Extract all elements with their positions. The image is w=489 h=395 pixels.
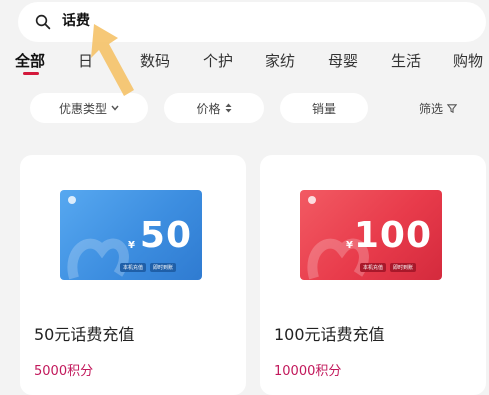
card-yen-symbol: ¥ (128, 240, 135, 251)
tab-life[interactable]: 生活 (391, 50, 421, 71)
tab-daily[interactable]: 日 (78, 50, 93, 71)
card-tag: 即时到账 (150, 263, 177, 272)
tab-mother-baby[interactable]: 母婴 (328, 50, 358, 71)
product-card-50[interactable]: ¥ 50 本机充值 即时到账 50元话费充值 5000积分 (20, 155, 246, 395)
card-tags: 本机充值 即时到账 (120, 263, 177, 272)
recharge-card-image-blue: ¥ 50 本机充值 即时到账 (60, 190, 202, 280)
tab-digital[interactable]: 数码 (140, 50, 170, 71)
card-amount: 100 (353, 215, 432, 256)
discount-type-filter[interactable]: 优惠类型 (30, 93, 148, 123)
tab-home-textile[interactable]: 家纺 (265, 50, 295, 71)
card-tag: 本机充值 (360, 263, 387, 272)
active-tab-indicator (23, 72, 39, 75)
filter-button[interactable]: 筛选 (398, 93, 478, 123)
product-title: 50元话费充值 (34, 325, 135, 344)
tab-personal-care[interactable]: 个护 (203, 50, 233, 71)
tab-shopping[interactable]: 购物 (453, 50, 483, 71)
product-points: 10000积分 (274, 364, 342, 379)
product-points: 5000积分 (34, 364, 94, 379)
card-tag: 本机充值 (120, 263, 147, 272)
search-input[interactable]: 话费 (62, 12, 90, 30)
product-title: 100元话费充值 (274, 325, 385, 344)
category-tabs: 全部 日 数码 个护 家纺 母婴 生活 购物 (0, 48, 489, 78)
sort-icon (225, 103, 231, 113)
recharge-card-image-red: ¥ 100 本机充值 即时到账 (300, 190, 442, 280)
product-card-100[interactable]: ¥ 100 本机充值 即时到账 100元话费充值 10000积分 (260, 155, 486, 395)
card-tag: 即时到账 (390, 263, 417, 272)
card-yen-symbol: ¥ (346, 240, 353, 251)
card-amount: 50 (139, 215, 192, 256)
filter-label: 筛选 (418, 101, 443, 116)
card-tags: 本机充值 即时到账 (360, 263, 417, 272)
sales-filter[interactable]: 销量 (280, 93, 368, 123)
price-label: 价格 (196, 101, 221, 116)
funnel-icon (447, 103, 457, 113)
search-bar[interactable]: 话费 (18, 2, 486, 42)
discount-type-label: 优惠类型 (58, 101, 107, 116)
chevron-down-icon (111, 105, 119, 111)
price-filter[interactable]: 价格 (164, 93, 264, 123)
tab-all[interactable]: 全部 (15, 50, 45, 71)
search-icon (35, 14, 51, 30)
sales-label: 销量 (311, 101, 336, 116)
